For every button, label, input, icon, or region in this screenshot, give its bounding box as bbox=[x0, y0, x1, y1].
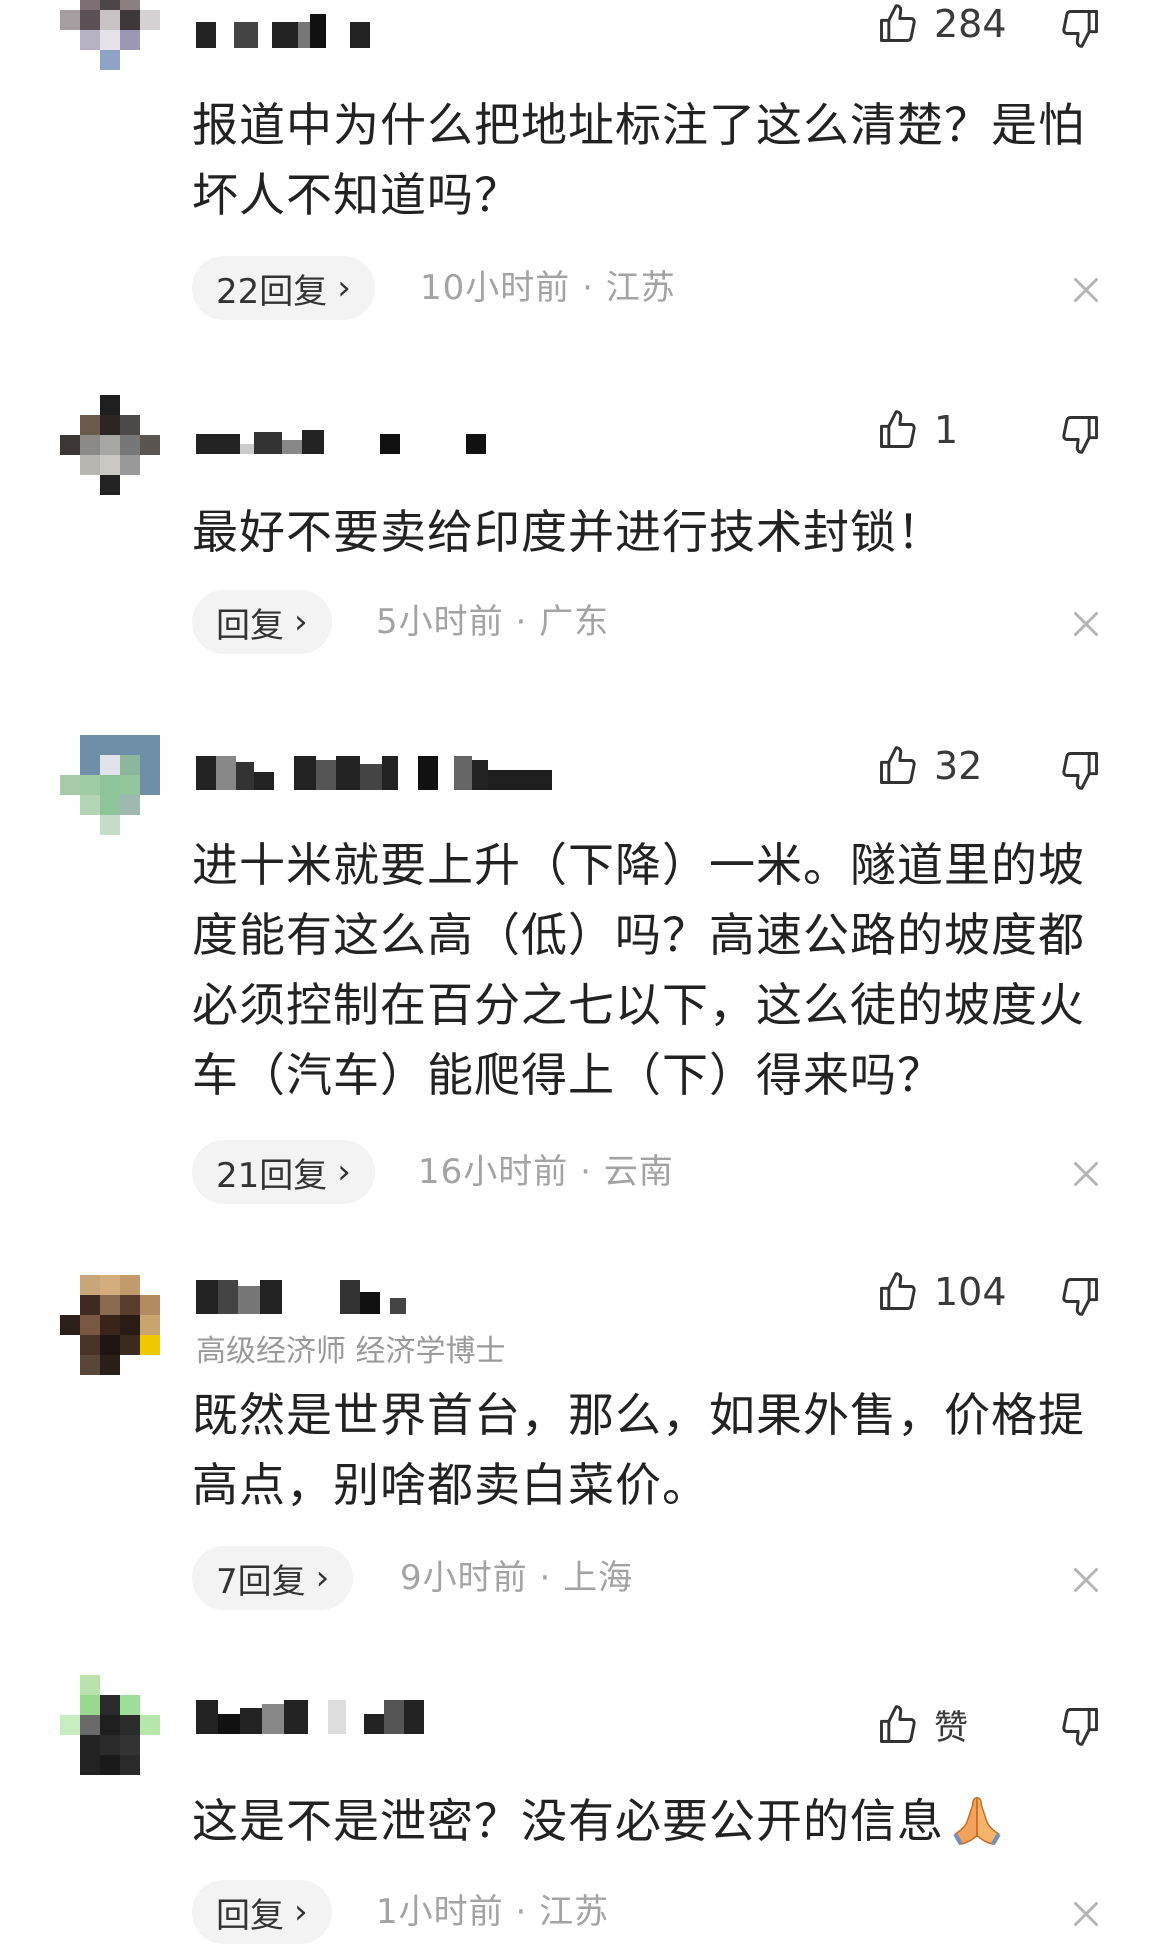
comment-text-line: 高点，别啥都卖白菜价。 bbox=[192, 1458, 709, 1512]
comment-text-line: 坏人不知道吗？ bbox=[192, 168, 521, 222]
comment-meta: 16小时前 · 云南 bbox=[418, 1140, 674, 1204]
like-button[interactable]: 1 bbox=[876, 408, 958, 452]
thumbs-down-icon bbox=[1062, 1708, 1098, 1746]
chevron-right-icon: › bbox=[337, 1152, 351, 1192]
thumbs-down-icon bbox=[1062, 1278, 1098, 1316]
username-pixelated[interactable] bbox=[196, 420, 486, 454]
comment-text: 报道中为什么把地址标注了这么清楚？是怕 坏人不知道吗？ bbox=[192, 90, 1132, 230]
comment-meta: 1小时前 · 江苏 bbox=[376, 1880, 609, 1944]
comment-location: 云南 bbox=[603, 1152, 674, 1192]
comment-location: 广东 bbox=[539, 602, 610, 642]
comment-text-content: 这是不是泄密？没有必要公开的信息 bbox=[192, 1794, 944, 1848]
reply-label: 回复 bbox=[216, 605, 284, 646]
reply-label: 7回复 bbox=[216, 1561, 306, 1602]
reply-button[interactable]: 回复 › bbox=[192, 1880, 332, 1944]
comment-text-line: 必须控制在百分之七以下，这么徒的坡度火 bbox=[192, 978, 1085, 1032]
comment-text: 既然是世界首台，那么，如果外售，价格提 高点，别啥都卖白菜价。 bbox=[192, 1380, 1132, 1520]
reply-label: 21回复 bbox=[216, 1155, 328, 1196]
username-pixelated[interactable] bbox=[196, 1700, 424, 1734]
comment-text: 进十米就要上升（下降）一米。隧道里的坡 度能有这么高（低）吗？高速公路的坡度都 … bbox=[192, 830, 1132, 1110]
like-count: 赞 bbox=[934, 1708, 968, 1748]
avatar[interactable] bbox=[60, 1675, 160, 1775]
like-count: 32 bbox=[934, 744, 983, 788]
like-button[interactable]: 104 bbox=[876, 1270, 1007, 1314]
comment-meta: 9小时前 · 上海 bbox=[400, 1546, 633, 1610]
chevron-right-icon: › bbox=[315, 1558, 330, 1598]
close-icon[interactable] bbox=[1068, 1562, 1104, 1598]
thumbs-up-icon bbox=[880, 1272, 916, 1310]
reply-label: 22回复 bbox=[216, 271, 328, 312]
like-button[interactable]: 32 bbox=[876, 744, 982, 788]
comment-time: 1小时前 bbox=[376, 1892, 504, 1932]
comment-text: 最好不要卖给印度并进行技术封锁！ bbox=[192, 497, 1132, 567]
like-button[interactable]: 赞 bbox=[876, 1700, 968, 1749]
like-count: 284 bbox=[934, 2, 1007, 46]
avatar[interactable] bbox=[60, 735, 160, 835]
thumbs-up-icon bbox=[880, 1704, 916, 1743]
meta-separator: · bbox=[503, 602, 540, 642]
comment-meta: 5小时前 · 广东 bbox=[376, 590, 609, 654]
comment-location: 江苏 bbox=[605, 268, 676, 308]
chevron-right-icon: › bbox=[294, 602, 308, 642]
reply-button[interactable]: 回复 › bbox=[192, 590, 332, 654]
like-button[interactable]: 284 bbox=[876, 2, 1007, 46]
comment-text: 这是不是泄密？没有必要公开的信息 bbox=[192, 1786, 1132, 1856]
avatar[interactable] bbox=[60, 395, 160, 495]
dislike-button[interactable] bbox=[1058, 412, 1102, 456]
reply-label: 回复 bbox=[216, 1895, 284, 1936]
chevron-right-icon: › bbox=[294, 1892, 308, 1932]
comment-location: 江苏 bbox=[539, 1892, 610, 1932]
like-count: 1 bbox=[934, 408, 959, 452]
comment-time: 9小时前 bbox=[400, 1558, 528, 1598]
comment-meta: 10小时前 · 江苏 bbox=[420, 256, 676, 320]
comment-text-line: 最好不要卖给印度并进行技术封锁！ bbox=[192, 505, 944, 559]
username-pixelated[interactable] bbox=[196, 14, 370, 48]
close-icon[interactable] bbox=[1068, 606, 1104, 642]
reply-button[interactable]: 22回复 › bbox=[192, 256, 375, 320]
reply-button[interactable]: 7回复 › bbox=[192, 1546, 354, 1610]
close-icon[interactable] bbox=[1068, 272, 1104, 308]
comment-time: 10小时前 bbox=[420, 268, 571, 308]
avatar[interactable] bbox=[60, 0, 160, 90]
folded-hands-emoji bbox=[953, 1797, 1001, 1846]
dislike-button[interactable] bbox=[1058, 748, 1102, 792]
comment-location: 上海 bbox=[563, 1558, 634, 1598]
dislike-button[interactable] bbox=[1058, 1274, 1102, 1318]
thumbs-up-icon bbox=[880, 4, 916, 42]
comment-text-line: 报道中为什么把地址标注了这么清楚？是怕 bbox=[192, 98, 1085, 152]
dislike-button[interactable] bbox=[1058, 6, 1102, 50]
meta-separator: · bbox=[570, 268, 606, 308]
meta-separator: · bbox=[527, 1558, 564, 1598]
comment-text-line: 这是不是泄密？没有必要公开的信息 bbox=[192, 1786, 1132, 1856]
user-title: 高级经济师 经济学博士 bbox=[196, 1334, 506, 1369]
comment-time: 5小时前 bbox=[376, 602, 504, 642]
like-count: 104 bbox=[934, 1270, 1007, 1314]
comment-text-line: 度能有这么高（低）吗？高速公路的坡度都 bbox=[192, 908, 1085, 962]
comment-text-line: 进十米就要上升（下降）一米。隧道里的坡 bbox=[192, 838, 1085, 892]
thumbs-down-icon bbox=[1062, 416, 1098, 454]
username-pixelated[interactable] bbox=[196, 1280, 406, 1314]
comment-text-line: 车（汽车）能爬得上（下）得来吗？ bbox=[192, 1048, 944, 1102]
close-icon[interactable] bbox=[1068, 1896, 1104, 1932]
reply-button[interactable]: 21回复 › bbox=[192, 1140, 375, 1204]
thumbs-up-icon bbox=[880, 746, 916, 784]
meta-separator: · bbox=[503, 1892, 540, 1932]
thumbs-down-icon bbox=[1062, 10, 1098, 48]
thumbs-down-icon bbox=[1062, 752, 1098, 790]
comment-time: 16小时前 bbox=[418, 1152, 569, 1192]
chevron-right-icon: › bbox=[337, 268, 351, 308]
thumbs-up-icon bbox=[880, 410, 916, 448]
dislike-button[interactable] bbox=[1058, 1704, 1102, 1748]
username-pixelated[interactable] bbox=[196, 756, 552, 790]
comment-text-line: 既然是世界首台，那么，如果外售，价格提 bbox=[192, 1388, 1085, 1442]
close-icon[interactable] bbox=[1068, 1156, 1104, 1192]
meta-separator: · bbox=[568, 1152, 604, 1192]
avatar[interactable] bbox=[60, 1275, 160, 1375]
